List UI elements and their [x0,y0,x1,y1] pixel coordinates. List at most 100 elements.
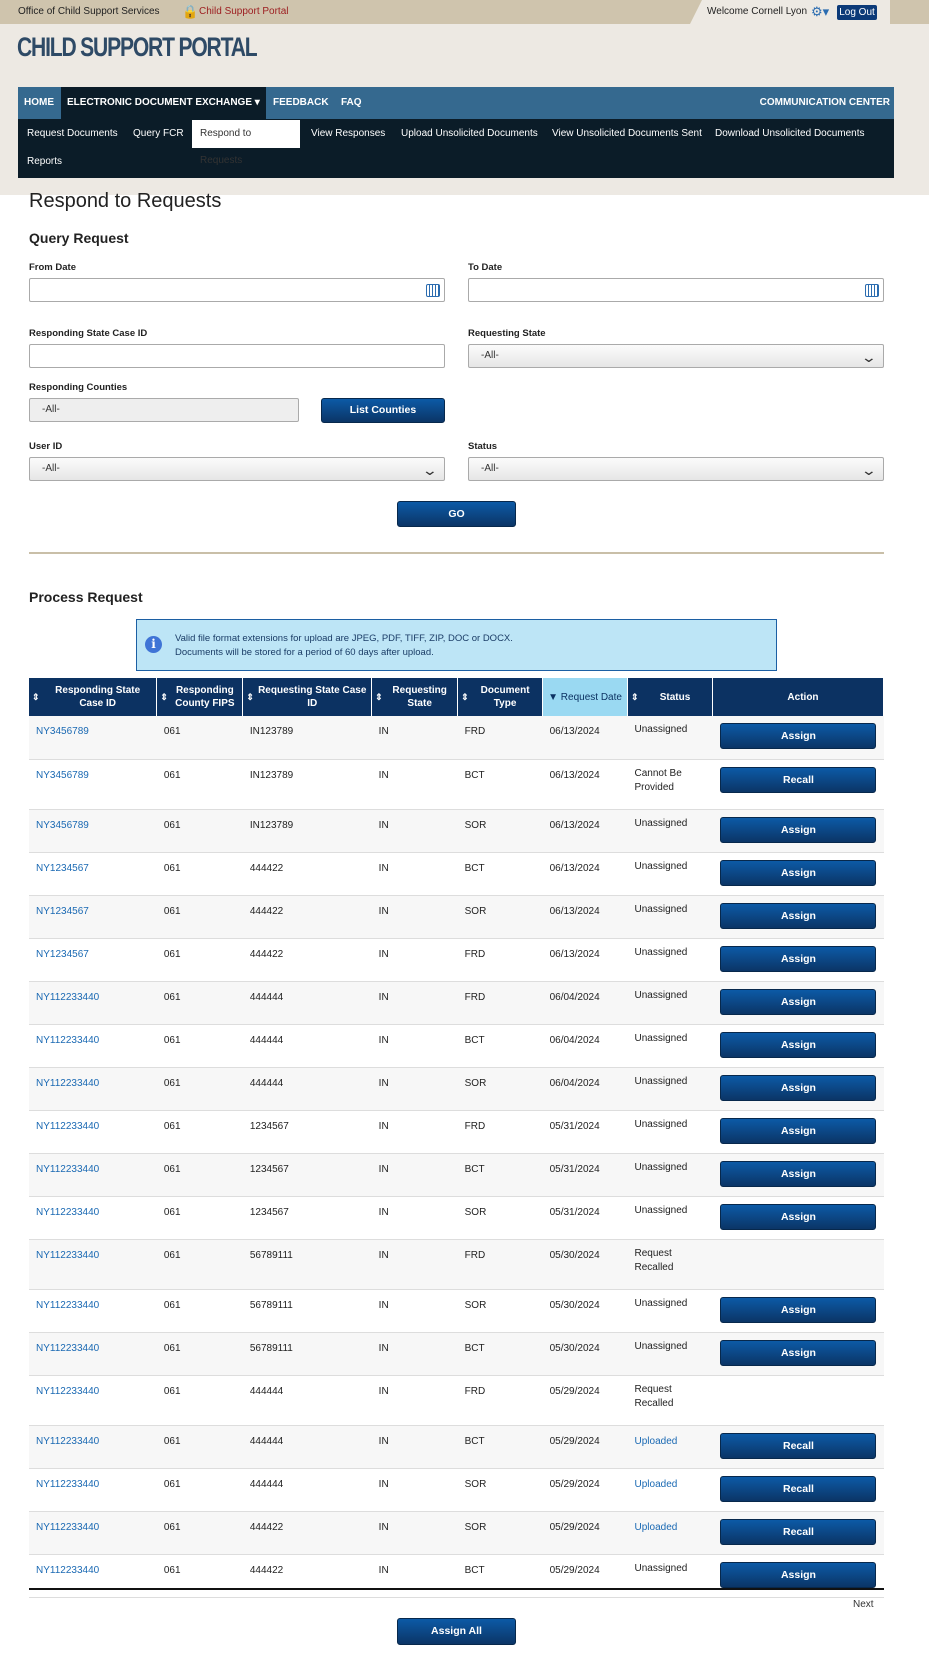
table-cell: IN [371,895,458,939]
status-link[interactable]: Uploaded [635,1479,678,1490]
column-header[interactable]: ▼ Request Date [542,678,628,716]
assign-button[interactable]: Assign [720,1561,877,1588]
table-cell: 061 [156,1375,243,1426]
column-header[interactable]: ⇕ Responding County FIPS [156,678,244,716]
assign-button[interactable]: Assign [720,988,877,1015]
recall-button[interactable]: Recall [720,1432,877,1459]
subnav-view-unsolicited-sent[interactable]: View Unsolicited Documents Sent [544,120,710,147]
sub-nav: Request Documents Query FCR Respond to R… [18,119,894,178]
assign-button[interactable]: Assign [720,723,877,749]
table-cell: NY3456789 [29,716,157,760]
subnav-view-responses[interactable]: View Responses [303,120,393,147]
case-id-input[interactable] [29,344,445,368]
assign-button[interactable]: Assign [720,1339,877,1366]
org-link[interactable]: Office of Child Support Services [18,6,160,17]
case-id-link[interactable]: NY112233440 [36,1565,99,1576]
table-cell: 061 [156,1425,243,1469]
recall-button[interactable]: Recall [720,1475,877,1502]
recall-button[interactable]: Recall [720,766,877,793]
portal-link[interactable]: Child Support Portal [199,6,289,17]
user-id-select[interactable]: -All- ⌄ [29,457,445,481]
case-id-link[interactable]: NY3456789 [36,770,89,781]
cell-text: 061 [163,991,181,1003]
calendar-icon[interactable] [426,284,440,297]
subnav-reports[interactable]: Reports [19,148,70,175]
nav-label: ELECTRONIC DOCUMENT EXCHANGE [67,97,253,108]
column-header[interactable]: ⇕ Status [627,678,713,716]
case-id-link[interactable]: NY112233440 [36,1035,99,1046]
column-header[interactable]: ⇕ Document Type [457,678,544,716]
assign-button[interactable]: Assign [720,1296,877,1323]
cell-text: 06/13/2024 [549,948,600,960]
cell-text: 56789111 [249,1342,293,1354]
assign-button[interactable]: Assign [720,945,877,972]
assign-button[interactable]: Assign [720,1031,877,1058]
cell-text: 56789111 [249,1249,293,1261]
table-row: NY3456789 061 IN123789 IN BCT 06/13/2024 Canno… [29,759,884,810]
table-row: NY112233440 061 444444 IN SOR 06/04/2024 Unass… [29,1067,884,1111]
case-id-link[interactable]: NY112233440 [36,1522,99,1533]
case-id-link[interactable]: NY112233440 [36,1436,99,1447]
case-id-link[interactable]: NY1234567 [36,949,89,960]
nav-home[interactable]: HOME [24,87,54,119]
assign-button[interactable]: Assign [720,1074,877,1101]
case-id-label: Responding State Case ID [29,328,148,339]
list-counties-button[interactable]: List Counties [321,398,445,423]
table-cell: Unassigned [627,852,713,896]
subnav-download-unsolicited[interactable]: Download Unsolicited Documents [707,120,873,147]
case-id-link[interactable]: NY112233440 [36,1386,99,1397]
assign-button[interactable]: Assign [720,859,877,886]
case-id-link[interactable]: NY112233440 [36,1164,99,1175]
requesting-state-select[interactable]: -All- ⌄ [468,344,884,368]
case-id-link[interactable]: NY112233440 [36,992,99,1003]
logout-button[interactable]: Log Out [837,5,877,20]
table-cell: NY112233440 [29,1024,157,1068]
assign-button[interactable]: Assign [720,1160,877,1187]
case-id-link[interactable]: NY112233440 [36,1343,99,1354]
table-row: NY1234567 061 444422 IN BCT 06/13/2024 Unassig… [29,852,884,896]
case-id-link[interactable]: NY112233440 [36,1207,99,1218]
go-button[interactable]: GO [397,501,516,527]
assign-button[interactable]: Assign [720,1117,877,1144]
gear-icon[interactable]: ⚙▾ [811,4,829,20]
subnav-request-documents[interactable]: Request Documents [19,120,126,147]
cell-text: 06/04/2024 [549,991,600,1003]
status-select[interactable]: -All- ⌄ [468,457,884,481]
recall-button[interactable]: Recall [720,1518,877,1545]
table-cell: Unassigned [627,1196,713,1240]
case-id-link[interactable]: NY112233440 [36,1250,99,1261]
assign-button[interactable]: Assign [720,1203,877,1230]
subnav-respond-to-requests[interactable]: Respond to Requests [192,120,300,166]
calendar-icon[interactable] [865,284,879,297]
from-date-input[interactable] [29,278,445,302]
case-id-link[interactable]: NY3456789 [36,726,89,737]
nav-faq[interactable]: FAQ [341,87,362,119]
table-row: NY112233440 061 444444 IN FRD 06/04/2024 Unass… [29,981,884,1025]
cell-text: IN [378,948,389,960]
subnav-upload-unsolicited[interactable]: Upload Unsolicited Documents [393,120,546,147]
assign-button[interactable]: Assign [720,816,877,843]
subnav-query-fcr[interactable]: Query FCR [125,120,192,147]
case-id-link[interactable]: NY112233440 [36,1479,99,1490]
column-header[interactable]: ⇕ Requesting State Case ID [242,678,373,716]
status-link[interactable]: Uploaded [635,1436,678,1447]
table-cell: Assign [712,1024,884,1068]
assign-all-button[interactable]: Assign All [397,1618,516,1645]
next-link[interactable]: Next [853,1599,874,1610]
table-cell: 06/04/2024 [542,1024,628,1068]
case-id-link[interactable]: NY3456789 [36,820,89,831]
assign-button[interactable]: Assign [720,902,877,929]
nav-feedback[interactable]: FEEDBACK [273,87,329,119]
nav-electronic-document-exchange[interactable]: ELECTRONIC DOCUMENT EXCHANGE ▾ [61,87,266,119]
nav-communication-center[interactable]: COMMUNICATION CENTER [760,87,890,119]
status-link[interactable]: Uploaded [635,1522,678,1533]
case-id-link[interactable]: NY1234567 [36,863,89,874]
table-cell: 06/13/2024 [542,759,628,810]
to-date-input[interactable] [468,278,884,302]
case-id-link[interactable]: NY112233440 [36,1300,99,1311]
case-id-link[interactable]: NY1234567 [36,906,89,917]
case-id-link[interactable]: NY112233440 [36,1121,99,1132]
column-header[interactable]: ⇕ Requesting State [371,678,459,716]
column-header[interactable]: ⇕ Responding State Case ID [29,678,158,716]
case-id-link[interactable]: NY112233440 [36,1078,99,1089]
